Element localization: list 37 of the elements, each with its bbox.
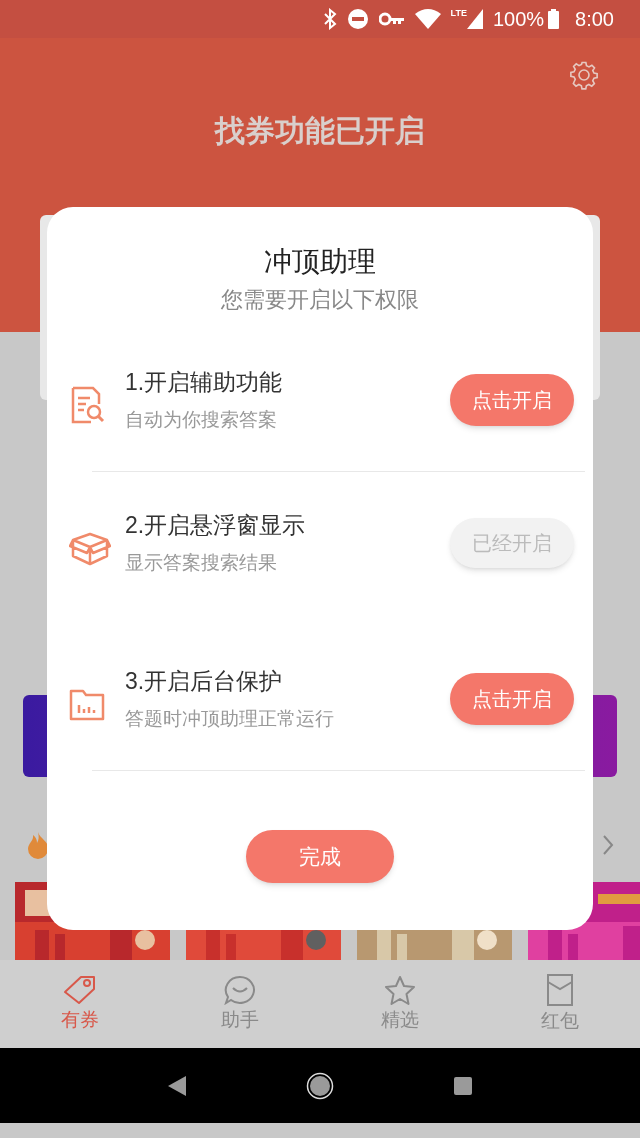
box-icon: [69, 530, 111, 566]
envelope-icon: [547, 974, 573, 1006]
bluetooth-icon: [322, 8, 337, 30]
battery-icon: [548, 9, 560, 29]
key-icon: [378, 12, 405, 26]
home-icon[interactable]: [306, 1071, 334, 1100]
star-icon: [384, 975, 416, 1005]
wifi-icon: [414, 9, 441, 29]
nav-tab[interactable]: 有券: [0, 975, 160, 1033]
smiley-chat-icon: [224, 975, 256, 1005]
permission-title: 2.开启悬浮窗显示: [125, 511, 307, 540]
signal-icon: [466, 9, 483, 29]
settings-icon[interactable]: [569, 60, 599, 90]
network-type: LTE: [450, 9, 467, 18]
permission-description: 答题时冲顶助理正常运行: [125, 707, 335, 731]
enable-button[interactable]: 点击开启: [450, 374, 574, 426]
nav-tab[interactable]: 精选: [320, 975, 480, 1033]
nav-tab[interactable]: 红包: [480, 974, 640, 1034]
back-icon[interactable]: [168, 1075, 186, 1096]
tag-icon: [63, 975, 97, 1005]
permission-description: 显示答案搜索结果: [125, 551, 278, 575]
dialog-subtitle: 您需要开启以下权限: [221, 286, 419, 314]
battery-percentage: 100%: [492, 7, 545, 32]
nav-tab[interactable]: 助手: [160, 975, 320, 1033]
permission-title: 1.开启辅助功能: [125, 368, 284, 397]
enable-button[interactable]: 点击开启: [450, 673, 574, 725]
header-title: 找券功能已开启: [215, 113, 425, 149]
permission-title: 3.开启后台保护: [125, 667, 284, 696]
dialog-title: 冲顶助理: [264, 245, 376, 279]
do-not-disturb-icon: [346, 8, 369, 30]
chart-folder-icon: [69, 687, 105, 721]
clock: 8:00: [575, 7, 614, 32]
permission-description: 自动为你搜索答案: [125, 408, 278, 432]
recents-icon[interactable]: [454, 1076, 472, 1095]
search-document-icon: [69, 386, 105, 424]
done-button[interactable]: 完成: [246, 830, 394, 883]
flame-icon: [26, 830, 50, 859]
